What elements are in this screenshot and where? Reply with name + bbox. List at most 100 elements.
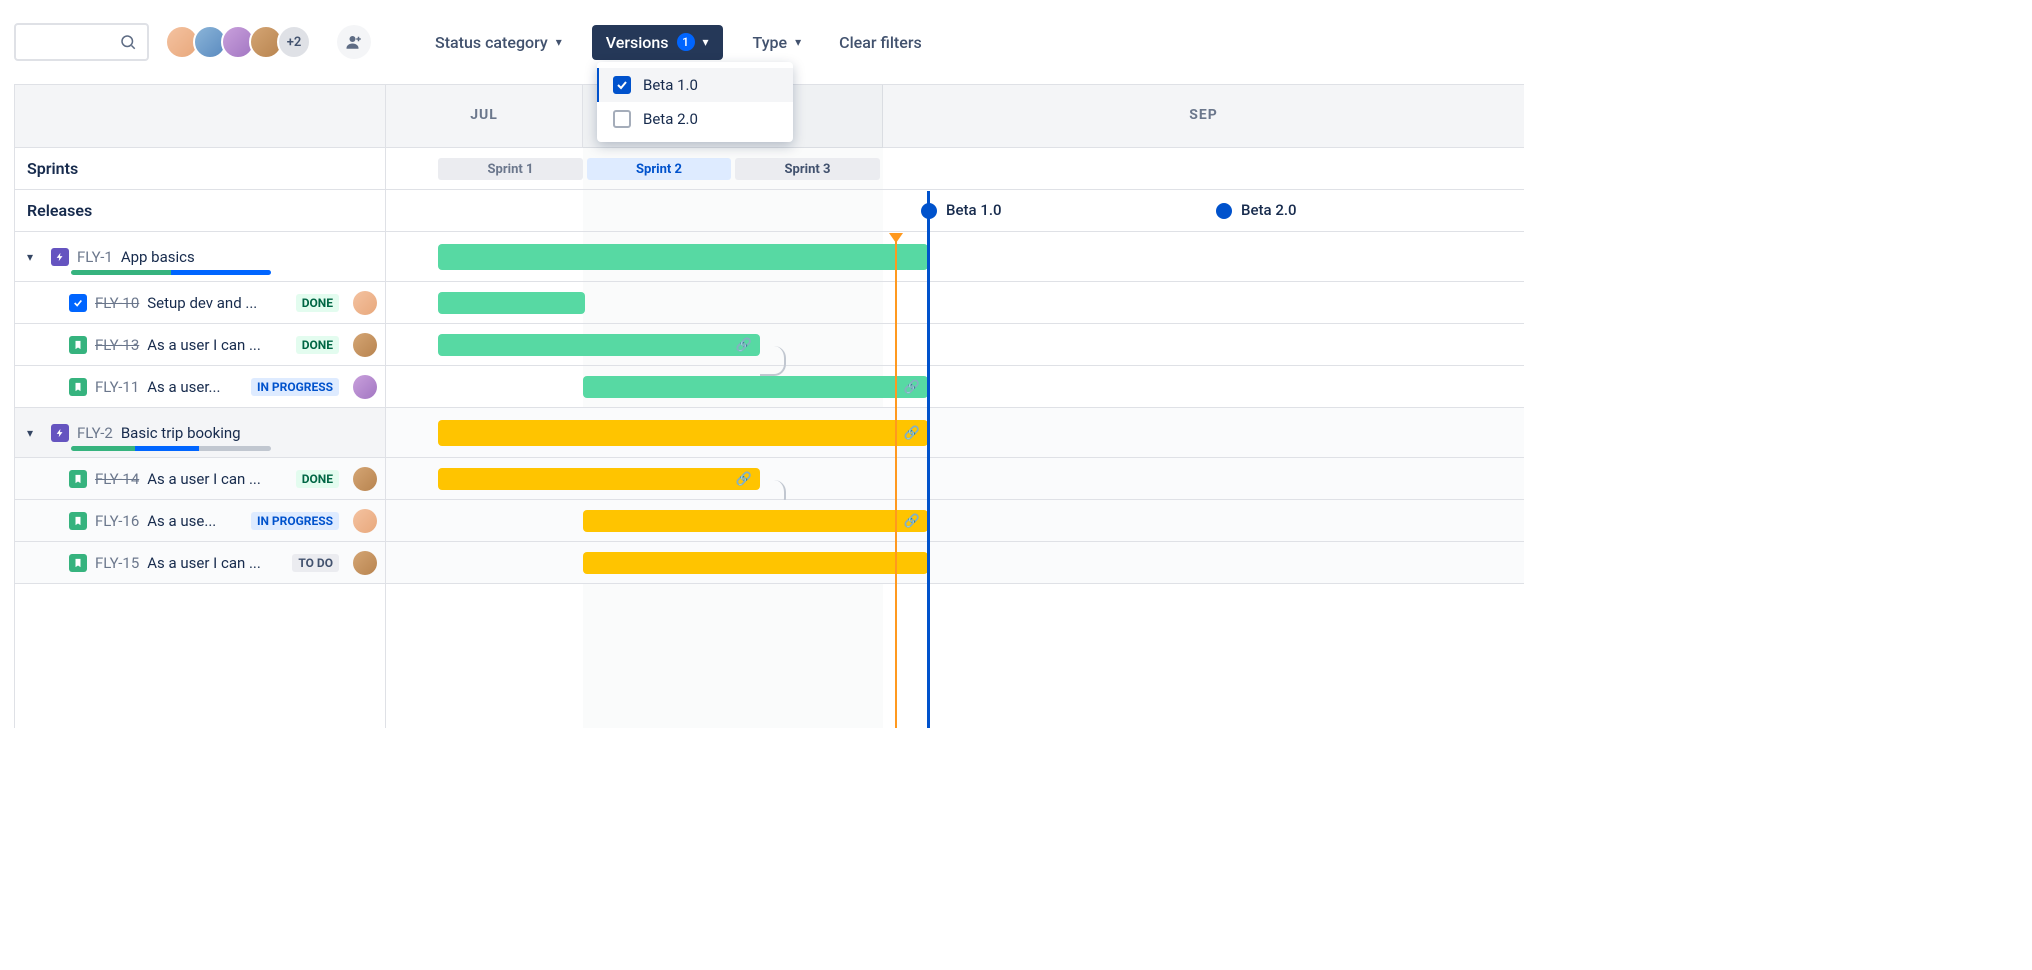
issue-summary: Setup dev and ... — [147, 294, 257, 312]
issue-summary: As a user... — [147, 378, 220, 396]
epic-row[interactable]: ▾ FLY-1 App basics — [15, 232, 385, 282]
filter-label: Versions — [606, 33, 669, 52]
assignee-avatar[interactable] — [353, 333, 377, 357]
month-label: SEP — [883, 85, 1524, 147]
status-category-filter[interactable]: Status category ▾ — [421, 25, 576, 60]
story-icon — [69, 554, 87, 572]
timeline-bar[interactable]: 🔗 — [438, 420, 928, 446]
epic-timeline-row — [386, 232, 1524, 282]
issue-row[interactable]: FLY-14 As a user I can ... DONE — [15, 458, 385, 500]
epic-timeline-row: 🔗 — [386, 408, 1524, 458]
issue-summary: As a use... — [147, 512, 216, 530]
status-badge: TO DO — [292, 554, 339, 572]
filter-label: Status category — [435, 33, 548, 52]
story-icon — [69, 378, 87, 396]
issue-summary: App basics — [121, 248, 195, 266]
version-option[interactable]: Beta 1.0 — [597, 68, 793, 102]
release-label: Beta 1.0 — [946, 201, 1002, 219]
link-icon: 🔗 — [736, 338, 752, 353]
chevron-down-icon: ▾ — [703, 35, 709, 49]
expand-toggle[interactable]: ▾ — [27, 250, 43, 264]
timeline-bar[interactable] — [438, 292, 585, 314]
story-icon — [69, 336, 87, 354]
task-icon — [69, 294, 87, 312]
sprint-pill[interactable]: Sprint 2 — [587, 158, 731, 180]
story-icon — [69, 512, 87, 530]
timeline-header-blank — [15, 85, 385, 148]
sprint-pill[interactable]: Sprint 1 — [438, 158, 583, 180]
issue-summary: As a user I can ... — [147, 336, 261, 354]
issue-summary: Basic trip booking — [121, 424, 241, 442]
issue-key: FLY-13 — [95, 336, 139, 354]
clear-filters-button[interactable]: Clear filters — [839, 33, 922, 52]
month-label: JUL — [386, 85, 583, 147]
issue-row[interactable]: FLY-10 Setup dev and ... DONE — [15, 282, 385, 324]
version-option[interactable]: Beta 2.0 — [597, 102, 793, 136]
status-badge: DONE — [296, 294, 339, 312]
checkbox-icon — [613, 76, 631, 94]
expand-toggle[interactable]: ▾ — [27, 426, 43, 440]
story-icon — [69, 470, 87, 488]
timeline-bar[interactable]: 🔗 — [583, 510, 928, 532]
assignee-avatar[interactable] — [353, 509, 377, 533]
timeline-bar[interactable] — [438, 244, 928, 270]
issue-key: FLY-11 — [95, 378, 139, 396]
chevron-down-icon: ▾ — [556, 35, 562, 49]
timeline-bar[interactable] — [583, 552, 928, 574]
issue-timeline-row: 🔗 — [386, 500, 1524, 542]
issue-timeline-row: 🔗 — [386, 458, 1524, 500]
search-input[interactable] — [14, 23, 149, 61]
sprints-row-label: Sprints — [15, 148, 385, 190]
search-icon — [119, 33, 137, 51]
status-badge: IN PROGRESS — [251, 512, 339, 530]
sprint-pill[interactable]: Sprint 3 — [735, 158, 880, 180]
assignee-avatar[interactable] — [353, 467, 377, 491]
epic-progress-bar — [71, 270, 271, 275]
issue-key: FLY-16 — [95, 512, 139, 530]
timeline-bar[interactable]: 🔗 — [438, 468, 760, 490]
epic-icon — [51, 424, 69, 442]
issue-row[interactable]: FLY-11 As a user... IN PROGRESS — [15, 366, 385, 408]
issue-timeline-row: 🔗 — [386, 324, 1524, 366]
option-label: Beta 1.0 — [643, 76, 698, 94]
today-line — [895, 237, 897, 728]
chevron-down-icon: ▾ — [795, 35, 801, 49]
release-line — [927, 191, 930, 728]
link-icon: 🔗 — [904, 514, 920, 529]
issue-key: FLY-10 — [95, 294, 139, 312]
assignee-avatars[interactable]: +2 — [165, 25, 311, 59]
avatar-overflow[interactable]: +2 — [277, 25, 311, 59]
issue-row[interactable]: FLY-16 As a use... IN PROGRESS — [15, 500, 385, 542]
issue-timeline-row — [386, 282, 1524, 324]
epic-progress-bar — [71, 446, 271, 451]
checkbox-icon — [613, 110, 631, 128]
release-label: Beta 2.0 — [1241, 201, 1297, 219]
releases-row-label: Releases — [15, 190, 385, 232]
filter-label: Type — [753, 33, 788, 52]
assignee-avatar[interactable] — [353, 551, 377, 575]
issue-timeline-row: 🔗 — [386, 366, 1524, 408]
status-badge: DONE — [296, 470, 339, 488]
issue-summary: As a user I can ... — [147, 554, 261, 572]
option-label: Beta 2.0 — [643, 110, 698, 128]
timeline-months-header: JUL AUG SEP — [386, 85, 1524, 148]
add-user-button[interactable] — [337, 25, 371, 59]
epic-row[interactable]: ▾ FLY-2 Basic trip booking — [15, 408, 385, 458]
issue-summary: As a user I can ... — [147, 470, 261, 488]
issue-row[interactable]: FLY-15 As a user I can ... TO DO — [15, 542, 385, 584]
release-marker[interactable] — [1216, 203, 1232, 219]
issue-timeline-row — [386, 542, 1524, 584]
type-filter[interactable]: Type ▾ — [739, 25, 816, 60]
add-user-icon — [345, 33, 363, 51]
versions-filter[interactable]: Versions 1 ▾ — [592, 25, 723, 60]
issue-key: FLY-14 — [95, 470, 139, 488]
status-badge: DONE — [296, 336, 339, 354]
releases-timeline-row: Beta 1.0 Beta 2.0 — [386, 190, 1524, 232]
link-icon: 🔗 — [736, 472, 752, 487]
timeline-bar[interactable]: 🔗 — [438, 334, 760, 356]
timeline-bar[interactable]: 🔗 — [583, 376, 928, 398]
sprints-timeline-row: Sprint 1 Sprint 2 Sprint 3 — [386, 148, 1524, 190]
assignee-avatar[interactable] — [353, 375, 377, 399]
assignee-avatar[interactable] — [353, 291, 377, 315]
issue-row[interactable]: FLY-13 As a user I can ... DONE — [15, 324, 385, 366]
